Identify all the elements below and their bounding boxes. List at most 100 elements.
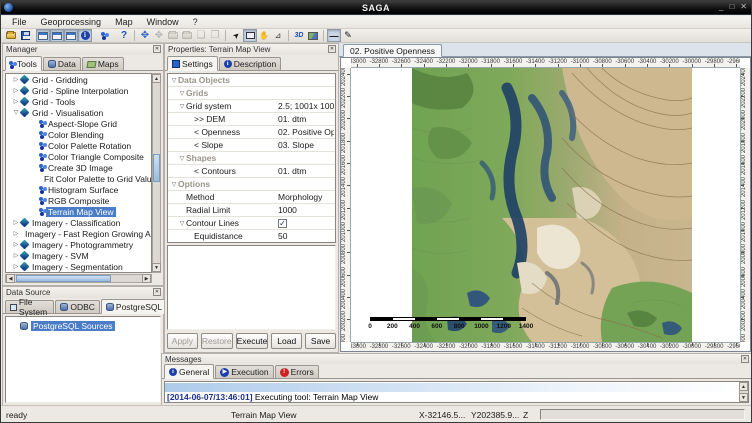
menu-file[interactable]: File xyxy=(5,17,34,27)
messages-log: [2014-06-07/13:46:01] Executing tool: Te… xyxy=(164,381,749,403)
toggle-messages-panel-button[interactable] xyxy=(64,29,78,42)
data-source-panel: Data Source ✕ File SystemODBCPostgreSQL … xyxy=(2,286,164,406)
messages-tab-general[interactable]: iGeneral xyxy=(164,364,214,379)
tree-item-rgb-composite[interactable]: RGB Composite xyxy=(6,195,151,206)
data-source-tab-postgresql[interactable]: PostgreSQL xyxy=(101,299,167,314)
map-add-layer-button[interactable] xyxy=(166,29,180,42)
tree-item-fit-color-palette-to-grid-values[interactable]: Fit Color Palette to Grid Values xyxy=(6,173,151,184)
category-icon xyxy=(20,262,30,272)
tree-item-imagery-segmentation[interactable]: ▷Imagery - Segmentation xyxy=(6,261,151,272)
tree-item-color-blending[interactable]: Color Blending xyxy=(6,129,151,140)
property-row[interactable]: < Slope03. Slope xyxy=(168,139,335,152)
map-save-button[interactable] xyxy=(180,29,194,42)
tree-item-imagery-photogrammetry[interactable]: ▷Imagery - Photogrammetry xyxy=(6,239,151,250)
property-row[interactable]: >> DEM01. dtm xyxy=(168,113,335,126)
menu-?[interactable]: ? xyxy=(186,17,205,27)
open-file-button[interactable] xyxy=(4,29,18,42)
toggle-properties-panel-button[interactable]: i xyxy=(78,29,92,42)
property-group: ▽Grids xyxy=(168,87,335,100)
data-source-close-icon[interactable]: ✕ xyxy=(153,288,161,296)
manager-panel-title: Manager ✕ xyxy=(3,44,163,55)
line-style-button[interactable]: — xyxy=(327,29,341,42)
progress-bar xyxy=(540,409,745,420)
manager-tab-maps[interactable]: Maps xyxy=(82,57,124,70)
tree-item-imagery-svm[interactable]: ▷Imagery - SVM xyxy=(6,250,151,261)
tree-item-aspect-slope-grid[interactable]: Aspect-Slope Grid xyxy=(6,118,151,129)
minimize-button[interactable]: _ xyxy=(719,2,723,11)
tool-chain-button[interactable] xyxy=(97,29,111,42)
execute-button[interactable]: Execute xyxy=(236,333,269,349)
tree-item-color-triangle-composite[interactable]: Color Triangle Composite xyxy=(6,151,151,162)
tree-item-imagery-fast-region-growing-al[interactable]: ▷Imagery - Fast Region Growing Al xyxy=(6,228,151,239)
save-button[interactable]: Save xyxy=(305,333,336,349)
menu-window[interactable]: Window xyxy=(140,17,186,27)
tree-item-grid-visualisation[interactable]: ▽Grid - Visualisation xyxy=(6,107,151,118)
zoom-tool-button[interactable] xyxy=(243,29,257,42)
terrain-map-image[interactable] xyxy=(412,68,692,342)
tools-tree: ▷Grid - Gridding▷Grid - Spline Interpola… xyxy=(5,73,152,273)
save-button[interactable] xyxy=(18,29,32,42)
data-source-tab-odbc[interactable]: ODBC xyxy=(55,300,100,313)
measure-tool-button[interactable]: ⊿ xyxy=(271,29,285,42)
property-row[interactable]: Equidistance50 xyxy=(168,230,335,243)
property-row[interactable]: < Contours01. dtm xyxy=(168,165,335,178)
manager-tab-data[interactable]: Data xyxy=(43,57,81,70)
map-ruler-top: -33000-32800-32600-32400-32200-32000-318… xyxy=(351,58,740,68)
apply-button: Apply xyxy=(167,333,198,349)
toggle-manager-panel-icon xyxy=(38,32,48,40)
help-button[interactable]: ? xyxy=(117,29,131,42)
data-source-tab-file-system[interactable]: File System xyxy=(5,300,54,313)
properties-tab-description[interactable]: iDescription xyxy=(219,57,282,70)
category-icon xyxy=(20,86,30,96)
manager-tab-tools[interactable]: Tools xyxy=(5,56,42,71)
messages-selected-row[interactable] xyxy=(165,383,748,392)
property-row[interactable]: ▽Contour Lines✓ xyxy=(168,217,335,230)
view-3d-button[interactable]: 3D xyxy=(292,29,306,42)
tree-item-grid-spline-interpolation[interactable]: ▷Grid - Spline Interpolation xyxy=(6,85,151,96)
property-row[interactable]: Radial Limit1000 xyxy=(168,204,335,217)
pan-tool-button[interactable]: ✋ xyxy=(257,29,271,42)
tree-vertical-scrollbar[interactable]: ▲ ▼ xyxy=(152,73,161,273)
toggle-data-source-panel-button[interactable] xyxy=(50,29,64,42)
save-map-image-button[interactable] xyxy=(306,29,320,42)
messages-tab-errors[interactable]: !Errors xyxy=(275,365,319,378)
tree-horizontal-scrollbar[interactable]: ◀ ▶ xyxy=(5,274,152,283)
menu-geoprocessing[interactable]: Geoprocessing xyxy=(34,17,109,27)
tree-item-histogram-surface[interactable]: Histogram Surface xyxy=(6,184,151,195)
zoom-full-extent-button[interactable]: ✥ xyxy=(138,29,152,42)
title-bar[interactable]: SAGA _ □ ✕ xyxy=(1,1,751,15)
messages-panel-title: Messages ✕ xyxy=(162,354,751,364)
tree-item-grid-tools[interactable]: ▷Grid - Tools xyxy=(6,96,151,107)
pen-tool-button[interactable]: ✎ xyxy=(341,29,355,42)
tree-item-color-palette-rotation[interactable]: Color Palette Rotation xyxy=(6,140,151,151)
close-button[interactable]: ✕ xyxy=(740,2,747,11)
tree-item-terrain-map-view[interactable]: Terrain Map View xyxy=(6,206,151,217)
messages-close-icon[interactable]: ✕ xyxy=(741,355,749,363)
load-button[interactable]: Load xyxy=(271,333,302,349)
maximize-button[interactable]: □ xyxy=(729,2,734,11)
tree-item-create-3d-image[interactable]: Create 3D Image xyxy=(6,162,151,173)
tree-item-imagery-classification[interactable]: ▷Imagery - Classification xyxy=(6,217,151,228)
toggle-manager-panel-button[interactable] xyxy=(36,29,50,42)
messages-tab-execution[interactable]: ▶Execution xyxy=(215,365,273,378)
property-row[interactable]: < Openness02. Positive Openness xyxy=(168,126,335,139)
zoom-previous-button[interactable]: ✥ xyxy=(152,29,166,42)
map-tab[interactable]: 02. Positive Openness xyxy=(343,44,442,57)
tree-item-grid-gridding[interactable]: ▷Grid - Gridding xyxy=(6,74,151,85)
contour-lines-checkbox[interactable]: ✓ xyxy=(278,219,287,228)
manager-close-icon[interactable]: ✕ xyxy=(153,45,161,53)
menu-map[interactable]: Map xyxy=(108,17,140,27)
map-canvas[interactable]: 0200400600800100012001400 xyxy=(351,68,740,342)
pen-tool-icon: ✎ xyxy=(344,30,352,41)
data-source-item-postgresql-sources[interactable]: PostgreSQL Sources xyxy=(6,320,160,331)
status-tool-name: Terrain Map View xyxy=(231,410,297,420)
pointer-tool-button[interactable]: ➤ xyxy=(229,29,243,42)
map-copy-button[interactable]: ❏ xyxy=(194,29,208,42)
map-ruler-left: 2024002022002020002018002016002014002012… xyxy=(341,68,351,342)
map-paste-button[interactable]: ❐ xyxy=(208,29,222,42)
properties-close-icon[interactable]: ✕ xyxy=(328,45,336,53)
properties-tab-settings[interactable]: Settings xyxy=(167,56,218,71)
property-row[interactable]: MethodMorphology xyxy=(168,191,335,204)
property-row[interactable]: ▽Grid system2.5; 1001x 1001y; -32500 xyxy=(168,100,335,113)
messages-scrollbar[interactable]: ▲ ▼ xyxy=(739,382,748,402)
